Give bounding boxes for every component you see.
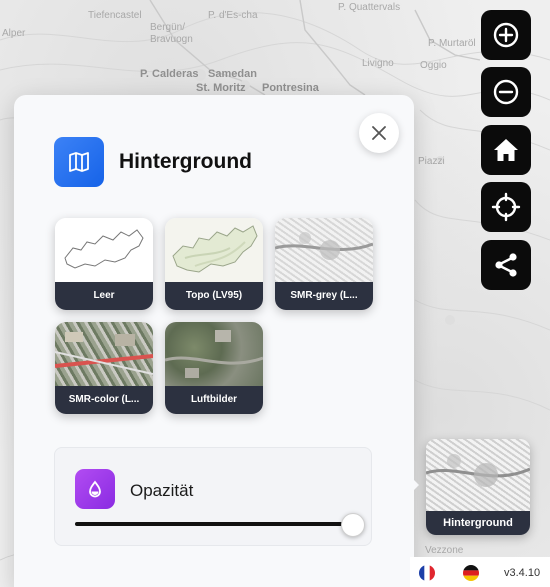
panel-title: Hinterground bbox=[119, 150, 252, 173]
language-de-flag-icon[interactable] bbox=[463, 565, 479, 581]
map-label: Bravuogn bbox=[150, 34, 193, 45]
basemap-preview[interactable]: Hinterground bbox=[426, 439, 530, 535]
map-label: Livigno bbox=[362, 58, 394, 69]
opacity-slider-thumb[interactable] bbox=[341, 513, 365, 537]
share-icon bbox=[495, 253, 517, 277]
map-label: Vezzone bbox=[425, 545, 464, 556]
language-fr-flag-icon[interactable] bbox=[419, 565, 435, 581]
tile-thumbnail bbox=[275, 218, 373, 282]
tile-label: Topo (LV95) bbox=[165, 282, 263, 310]
tile-label: SMR-color (L... bbox=[55, 386, 153, 414]
map-label: Pontresina bbox=[262, 82, 319, 94]
map-label: Oggio bbox=[420, 60, 447, 71]
app-version: v3.4.10 bbox=[504, 567, 541, 579]
tile-thumbnail bbox=[55, 218, 153, 282]
tile-thumbnail bbox=[165, 218, 263, 282]
zoom-in-icon bbox=[493, 22, 519, 48]
basemap-tile-topo[interactable]: Topo (LV95) bbox=[165, 218, 263, 310]
preview-label: Hinterground bbox=[426, 511, 530, 535]
home-button[interactable] bbox=[481, 125, 531, 175]
map-label: Piazzi bbox=[418, 156, 445, 167]
map-label: P. Murtaröl bbox=[428, 38, 476, 49]
map-label: Tiefencastel bbox=[88, 10, 142, 21]
close-icon bbox=[372, 126, 386, 140]
tile-thumbnail bbox=[165, 322, 263, 386]
basemap-tile-smr-grey[interactable]: SMR-grey (L... bbox=[275, 218, 373, 310]
basemap-tile-luftbilder[interactable]: Luftbilder bbox=[165, 322, 263, 414]
zoom-in-button[interactable] bbox=[481, 10, 531, 60]
map-label: P. Quattervals bbox=[338, 2, 401, 13]
map-icon-badge bbox=[54, 137, 104, 187]
basemap-tile-leer[interactable]: Leer bbox=[55, 218, 153, 310]
map-label: Samedan bbox=[208, 68, 257, 80]
map-label: P. Calderas bbox=[140, 68, 199, 80]
panel-pointer bbox=[411, 477, 419, 493]
map-label: St. Moritz bbox=[196, 82, 246, 94]
opacity-label: Opazität bbox=[130, 481, 194, 500]
opacity-icon-badge bbox=[75, 469, 115, 509]
tile-label: Leer bbox=[55, 282, 153, 310]
zoom-out-button[interactable] bbox=[481, 67, 531, 117]
zoom-out-icon bbox=[493, 79, 519, 105]
preview-thumbnail bbox=[426, 439, 530, 511]
map-label: Alper bbox=[2, 28, 26, 39]
basemap-tile-smr-color[interactable]: SMR-color (L... bbox=[55, 322, 153, 414]
locate-button[interactable] bbox=[481, 182, 531, 232]
home-icon bbox=[494, 139, 518, 161]
map-label: Bergün/ bbox=[150, 22, 186, 33]
close-button[interactable] bbox=[359, 113, 399, 153]
map-icon bbox=[69, 152, 89, 172]
tile-thumbnail bbox=[55, 322, 153, 386]
tile-label: SMR-grey (L... bbox=[275, 282, 373, 310]
share-button[interactable] bbox=[481, 240, 531, 290]
tile-label: Luftbilder bbox=[165, 386, 263, 414]
map-label: P. d'Es-cha bbox=[208, 10, 258, 21]
drop-icon bbox=[89, 480, 101, 498]
opacity-slider-track[interactable] bbox=[75, 522, 355, 526]
crosshair-icon bbox=[491, 192, 521, 222]
